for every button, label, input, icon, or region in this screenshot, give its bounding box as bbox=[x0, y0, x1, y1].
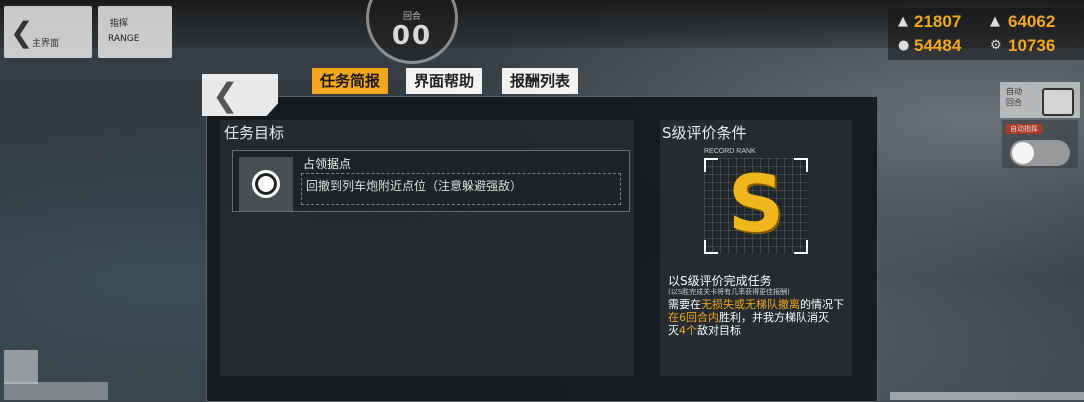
back-chevron-icon: ❮ bbox=[10, 16, 34, 49]
close-chevron-icon: ❮ bbox=[212, 76, 239, 114]
bottom-left-bar[interactable] bbox=[4, 382, 108, 400]
ammo-icon: ▲ bbox=[990, 14, 1000, 29]
rank-panel: S级评价条件 RECORD RANK S 以S级评价完成任务 (以S胜完成关卡将… bbox=[660, 120, 852, 376]
resource-parts: 10736 bbox=[1008, 36, 1056, 55]
objective-description: 回撤到列车炮附近点位（注意躲避强敌） bbox=[301, 173, 621, 205]
req-text: 的情况下 bbox=[800, 298, 844, 311]
resource-panel: ▲ 21807 ▲ 64062 ● 54484 ⚙ 10736 bbox=[888, 8, 1084, 60]
resource-ration: 54484 bbox=[914, 36, 962, 55]
objectives-title: 任务目标 bbox=[224, 124, 285, 142]
back-button[interactable]: ❮ 主界面 bbox=[4, 6, 92, 58]
req-highlight: 在6回合内 bbox=[668, 311, 719, 324]
auto-turn-label: 自动 回合 bbox=[1006, 87, 1022, 107]
tab-briefing[interactable]: 任务简报 bbox=[312, 68, 389, 94]
tab-ui-help[interactable]: 界面帮助 bbox=[406, 68, 483, 94]
objective-icon-frame bbox=[239, 157, 293, 211]
resource-manpower: 21807 bbox=[914, 12, 962, 31]
turn-value: 00 bbox=[391, 21, 433, 51]
auto-command-label: 自动指挥 bbox=[1006, 124, 1042, 134]
objectives-panel: 任务目标 占领据点 回撤到列车炮附近点位（注意躲避强敌） bbox=[220, 120, 634, 376]
resource-ammo: 64062 bbox=[1008, 12, 1056, 31]
bottom-right-bar[interactable] bbox=[890, 392, 1084, 400]
req-text: 灭 bbox=[668, 324, 679, 337]
toggle-knob bbox=[1012, 142, 1034, 164]
rank-title: S级评价条件 bbox=[662, 124, 747, 142]
auto-command-panel: 自动指挥 bbox=[1002, 120, 1078, 168]
auto-turn-button[interactable]: 自动 回合 bbox=[1000, 82, 1080, 118]
menu-button[interactable] bbox=[4, 350, 38, 384]
command-sublabel: RANGE bbox=[108, 34, 140, 44]
rank-requirements: 需要在无损失或无梯队撤离的情况下 在6回合内胜利，并我方梯队消灭 灭4个敌对目标 bbox=[668, 298, 848, 337]
rank-letter: S bbox=[727, 160, 785, 250]
manpower-icon: ▲ bbox=[898, 14, 908, 29]
parts-icon: ⚙ bbox=[990, 38, 1002, 53]
rank-note: (以S胜完成关卡将有几率获得更佳报酬) bbox=[668, 288, 790, 296]
req-text: 需要在 bbox=[668, 298, 701, 311]
tab-rewards[interactable]: 报酬列表 bbox=[502, 68, 579, 94]
objective-name: 占领据点 bbox=[303, 157, 352, 171]
auto-turn-icon bbox=[1042, 88, 1074, 116]
circle-marker-icon bbox=[252, 170, 280, 198]
req-text: 敌对目标 bbox=[697, 324, 741, 337]
req-text: 胜利，并我方梯队消灭 bbox=[719, 311, 829, 324]
close-dialog-button[interactable]: ❮ bbox=[202, 74, 278, 116]
ration-icon: ● bbox=[898, 38, 910, 53]
turn-counter: 回合 00 bbox=[366, 0, 458, 64]
auto-command-toggle[interactable] bbox=[1010, 140, 1070, 166]
rank-emblem: S bbox=[704, 158, 808, 254]
back-label: 主界面 bbox=[32, 39, 60, 49]
objective-item: 占领据点 回撤到列车炮附近点位（注意躲避强敌） bbox=[232, 150, 630, 212]
command-label: 指挥 bbox=[110, 19, 129, 29]
req-highlight: 4个 bbox=[679, 324, 697, 337]
req-highlight: 无损失或无梯队撤离 bbox=[701, 298, 800, 311]
command-button[interactable]: 指挥 RANGE bbox=[98, 6, 172, 58]
rank-caption: RECORD RANK bbox=[704, 148, 756, 155]
